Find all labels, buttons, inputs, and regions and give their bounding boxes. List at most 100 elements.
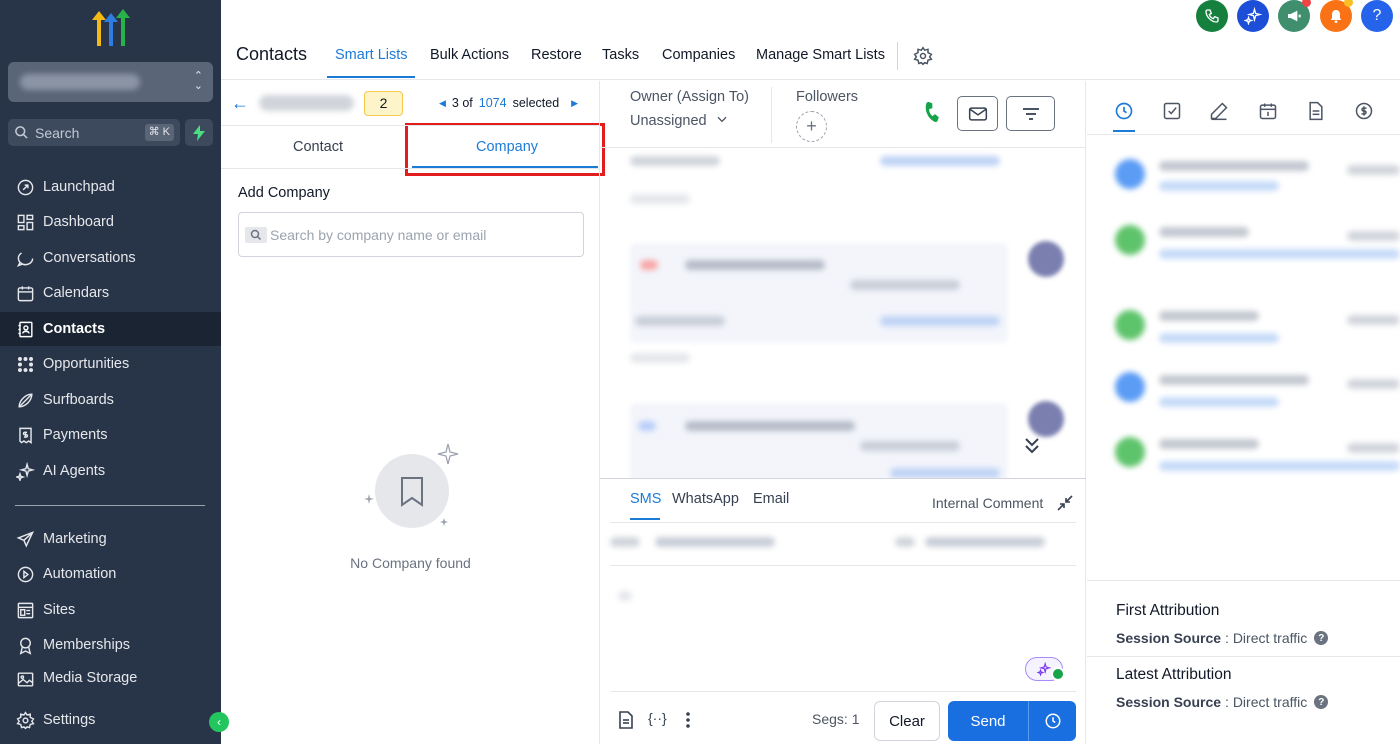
ai-assistant-button[interactable] — [1237, 0, 1269, 32]
tab-whatsapp[interactable]: WhatsApp — [672, 491, 739, 507]
sidebar-item-payments[interactable]: Payments — [0, 418, 221, 452]
tab-restore[interactable]: Restore — [531, 47, 582, 63]
sidebar-item-opportunities[interactable]: Opportunities — [0, 347, 221, 381]
gear-icon — [913, 46, 933, 66]
sidebar-item-label: Marketing — [43, 531, 107, 547]
help-icon[interactable]: ? — [1314, 631, 1329, 645]
sidebar-item-surfboards[interactable]: Surfboards — [0, 383, 221, 417]
next-record-icon[interactable]: ▶ — [571, 98, 578, 109]
prev-record-icon[interactable]: ◀ — [439, 98, 446, 109]
sidebar-item-sites[interactable]: Sites — [0, 593, 221, 627]
sidebar-item-label: Media Storage — [43, 670, 138, 686]
sidebar-item-conversations[interactable]: Conversations — [0, 241, 221, 275]
sidebar-item-contacts[interactable]: Contacts — [0, 312, 221, 346]
latest-attribution-title: Latest Attribution — [1116, 666, 1232, 683]
tab-manage-smart-lists[interactable]: Manage Smart Lists — [756, 47, 885, 63]
tab-contact[interactable]: Contact — [293, 139, 343, 155]
tab-tasks[interactable]: Tasks — [602, 47, 639, 63]
conversation-feed-blurred — [600, 148, 1086, 478]
blurred-line — [1347, 315, 1400, 325]
sidebar-item-dashboard[interactable]: Dashboard — [0, 205, 221, 239]
attribution-divider — [1087, 656, 1400, 657]
tab-appointments[interactable] — [1258, 101, 1278, 126]
membership-icon — [19, 637, 32, 655]
help-icon[interactable]: ? — [1314, 695, 1329, 709]
chevron-updown-icon: ⌃ ⌄ — [193, 70, 203, 92]
brand-logo — [88, 8, 134, 48]
contact-detail-panel: ← 2 ◀ 3 of 1074 selected ▶ Contact Compa… — [221, 81, 600, 744]
message-composer: SMS WhatsApp Email Internal Comment {··}… — [600, 478, 1086, 744]
announcements-button[interactable] — [1278, 0, 1311, 32]
sidebar-item-marketing[interactable]: Marketing — [0, 522, 221, 556]
sidebar-item-memberships[interactable]: Memberships — [0, 628, 221, 662]
sidebar-item-label: Settings — [43, 712, 96, 728]
composer-divider — [610, 522, 1076, 523]
tab-notes[interactable] — [1209, 101, 1229, 126]
empty-state-illustration — [361, 436, 471, 536]
company-search-input[interactable] — [270, 224, 570, 246]
tab-payments[interactable] — [1354, 101, 1374, 126]
clear-button[interactable]: Clear — [874, 701, 940, 741]
page-title: Contacts — [236, 44, 308, 64]
smart-list-settings-button[interactable] — [913, 46, 933, 71]
sidebar-item-ai-agents[interactable]: AI Agents — [0, 454, 221, 488]
filter-button[interactable] — [1006, 96, 1055, 131]
session-source-value: : Direct traffic — [1225, 694, 1308, 710]
back-arrow-icon[interactable]: ← — [231, 93, 249, 114]
more-options-button[interactable] — [685, 711, 691, 734]
sidebar-item-automation[interactable]: Automation — [0, 557, 221, 591]
email-action-button[interactable] — [957, 96, 998, 131]
sidebar-item-settings[interactable]: Settings — [0, 703, 221, 737]
custom-values-button[interactable]: {··} — [648, 710, 667, 726]
tab-bulk-actions[interactable]: Bulk Actions — [430, 47, 509, 63]
blurred-line — [630, 194, 690, 204]
sidebar-item-media-storage[interactable]: Media Storage — [0, 664, 221, 688]
active-tab-underline — [327, 76, 415, 78]
empty-state-text: No Company found — [350, 555, 471, 571]
active-channel-underline — [630, 518, 660, 520]
send-icon — [16, 530, 35, 548]
checkbox-icon — [1163, 102, 1181, 120]
sidebar-search[interactable]: Search ⌘ K — [8, 119, 180, 146]
template-button[interactable] — [618, 711, 634, 734]
send-button[interactable]: Send — [948, 701, 1028, 741]
tab-company[interactable]: Company — [476, 139, 538, 155]
account-switcher[interactable]: ⌃ ⌄ — [8, 62, 213, 102]
tab-activity[interactable] — [1114, 101, 1134, 126]
tab-companies[interactable]: Companies — [662, 47, 735, 63]
tab-email[interactable]: Email — [753, 491, 789, 507]
latest-attribution-source: Session Source: Direct traffic ? — [1116, 694, 1329, 710]
help-button[interactable]: ? — [1361, 0, 1393, 32]
tab-documents[interactable] — [1306, 101, 1326, 126]
scroll-to-bottom-button[interactable] — [1024, 437, 1040, 460]
sidebar-item-label: Conversations — [43, 250, 136, 266]
call-button[interactable] — [921, 101, 943, 128]
gear-icon — [16, 710, 35, 729]
pager-total[interactable]: 1074 — [479, 96, 507, 110]
internal-comment-tab[interactable]: Internal Comment — [932, 495, 1043, 511]
phone-icon — [1205, 9, 1219, 23]
add-follower-button[interactable]: + — [796, 111, 827, 142]
quick-actions-button[interactable] — [185, 119, 213, 146]
tab-sms[interactable]: SMS — [630, 491, 661, 507]
blurred-line — [1159, 311, 1259, 321]
blurred-line — [685, 421, 855, 431]
blurred-avatar — [1028, 241, 1064, 277]
blurred-line — [638, 421, 656, 431]
session-source-value: : Direct traffic — [1225, 630, 1308, 646]
company-search-field[interactable] — [238, 212, 584, 257]
blurred-line — [1159, 333, 1279, 343]
sidebar-item-launchpad[interactable]: Launchpad — [0, 170, 221, 204]
phone-button[interactable] — [1196, 0, 1228, 32]
notifications-button[interactable] — [1320, 0, 1353, 32]
contacts-icon — [18, 321, 33, 337]
owner-select[interactable]: Unassigned — [630, 112, 729, 129]
collapse-composer-button[interactable] — [1057, 495, 1073, 516]
contact-header: ← 2 ◀ 3 of 1074 selected ▶ — [221, 81, 600, 126]
schedule-send-button[interactable] — [1028, 701, 1076, 741]
chat-icon — [16, 251, 34, 267]
tab-smart-lists[interactable]: Smart Lists — [335, 47, 408, 63]
tab-tasks[interactable] — [1162, 101, 1182, 126]
sidebar-item-calendars[interactable]: Calendars — [0, 276, 221, 310]
plus-icon: + — [806, 116, 817, 136]
